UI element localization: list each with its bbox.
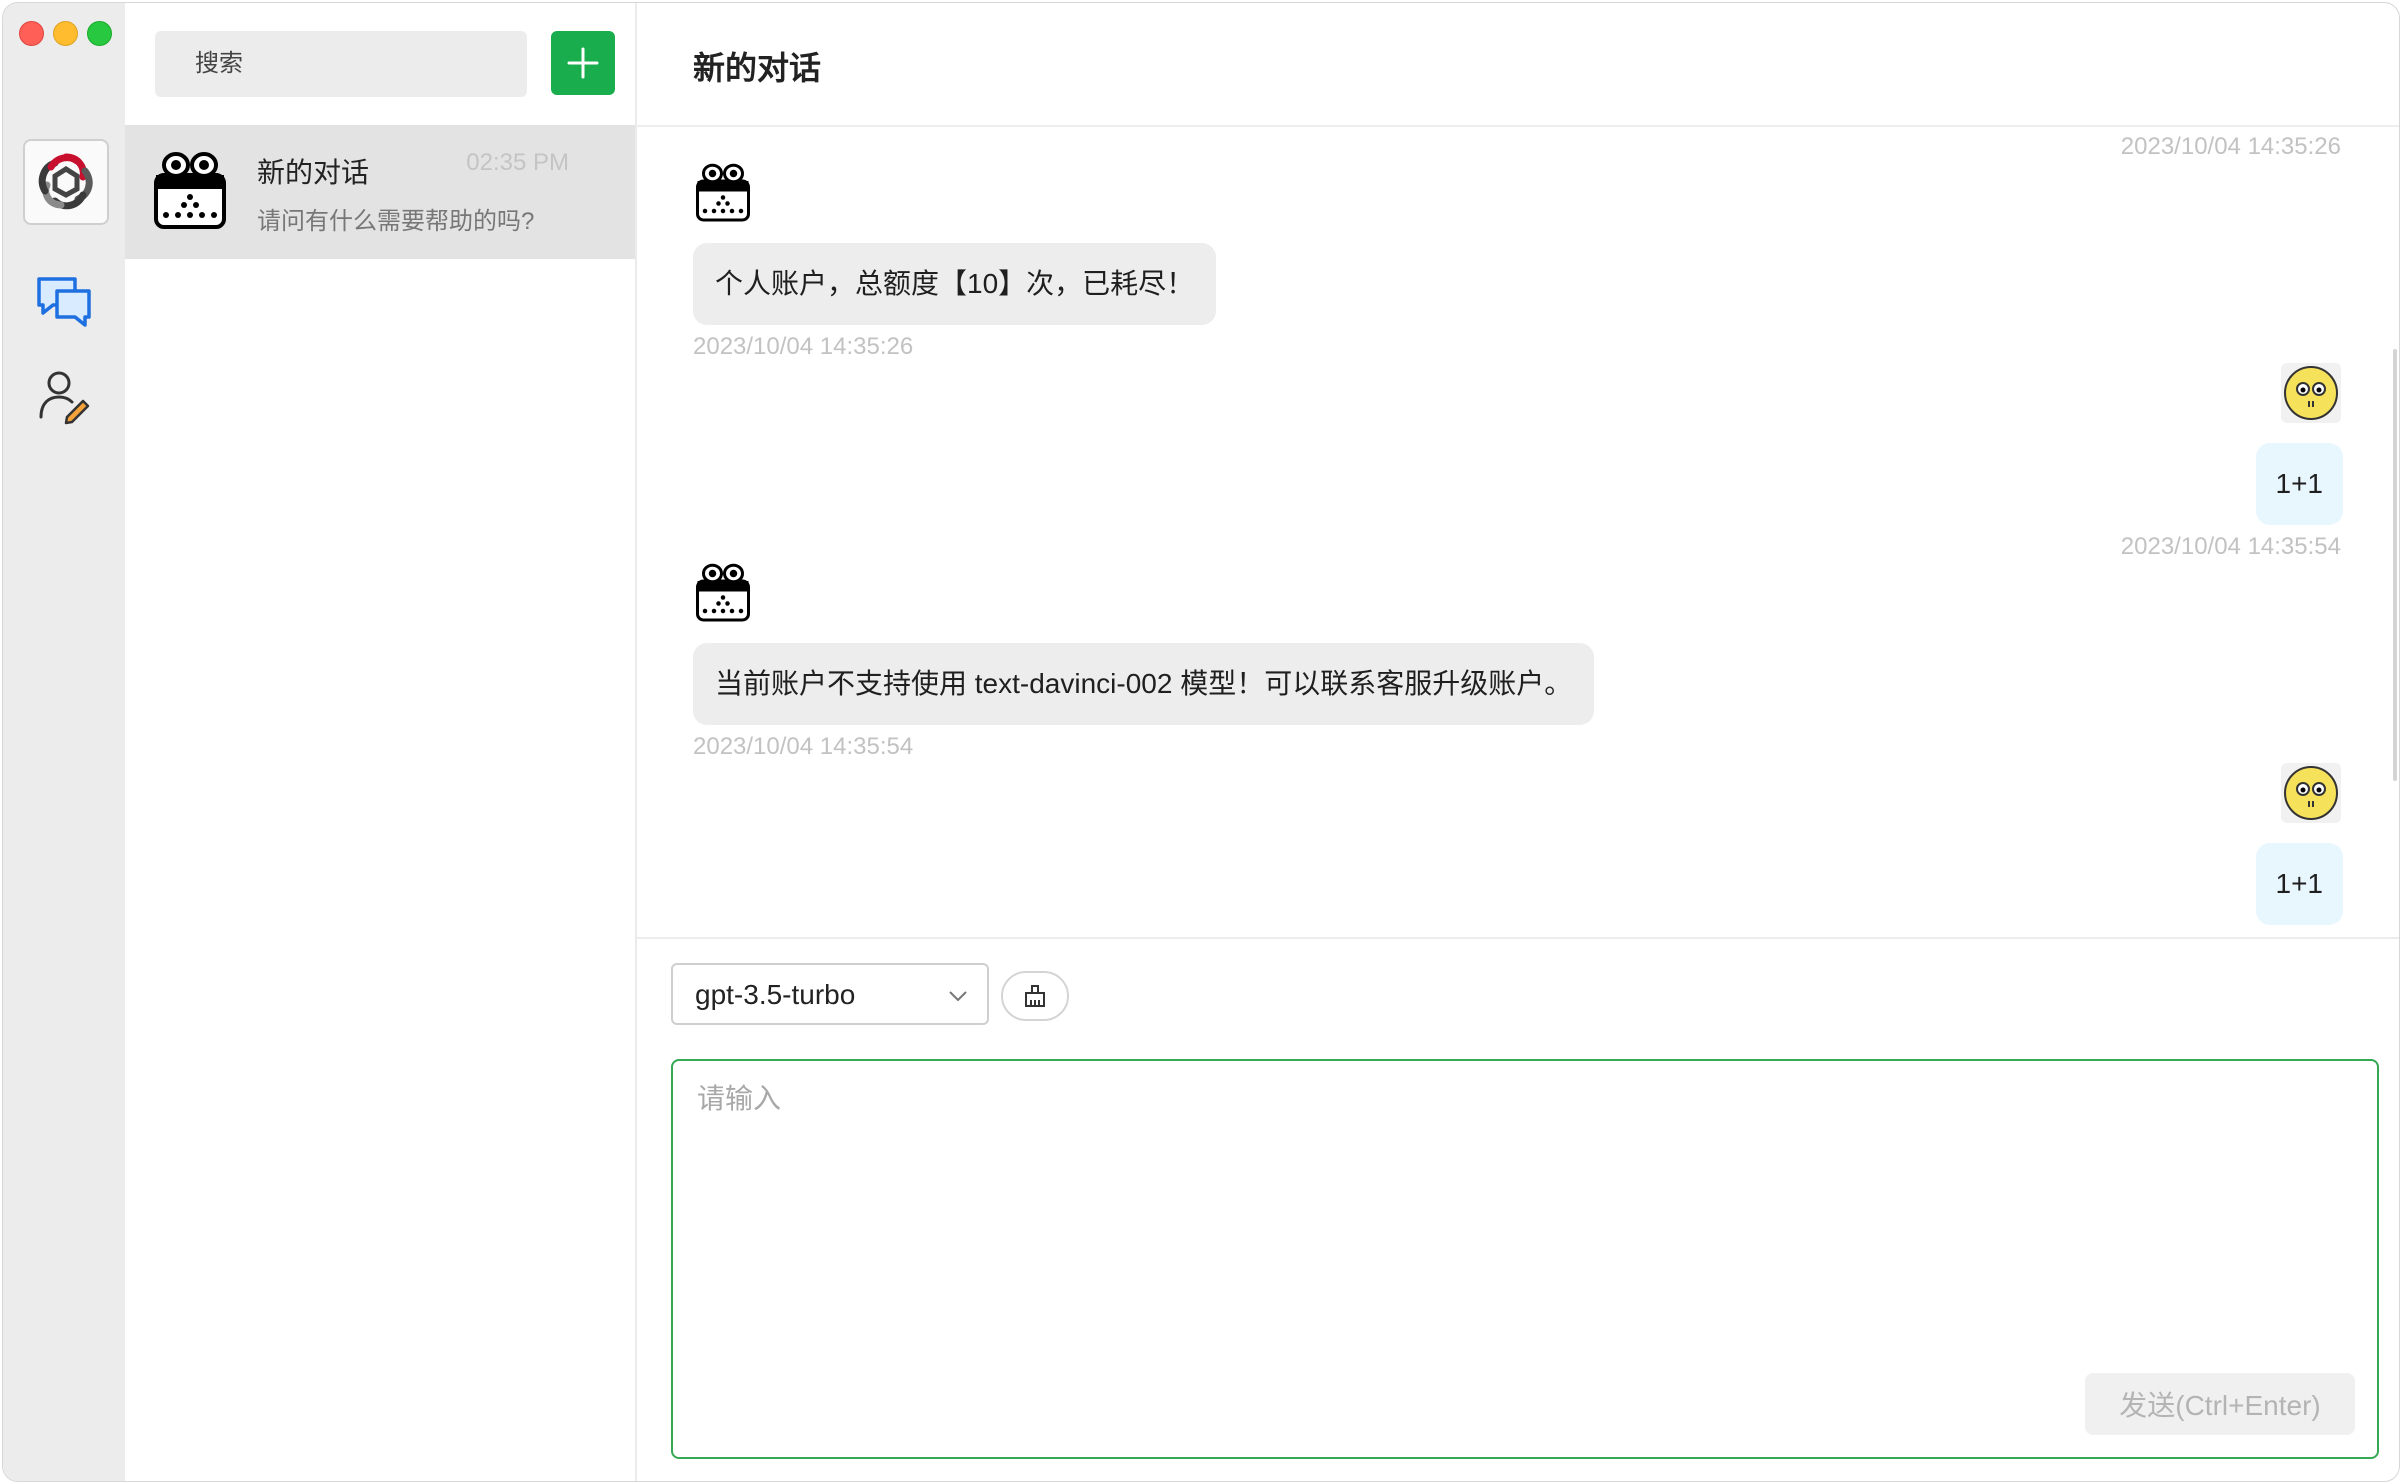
user-avatar-icon	[2281, 763, 2341, 823]
chevron-down-icon	[949, 991, 967, 1002]
bot-avatar-icon	[696, 563, 750, 622]
bot-avatar-icon	[154, 152, 226, 229]
page-title: 新的对话	[693, 50, 822, 86]
user-edit-icon[interactable]	[33, 365, 95, 427]
divider	[637, 937, 2399, 939]
message-timestamp: 2023/10/04 14:35:26	[2120, 133, 2341, 160]
bot-avatar-icon	[696, 163, 750, 222]
search-input[interactable]	[155, 31, 527, 97]
conversation-list: 新的对话 02:35 PM 请问有什么需要帮助的吗?	[125, 3, 637, 1481]
model-select-value: gpt-3.5-turbo	[695, 979, 856, 1010]
conversation-preview: 请问有什么需要帮助的吗?	[257, 208, 535, 235]
side-rail	[3, 3, 125, 1481]
zoom-window-button[interactable]	[87, 21, 112, 46]
conversation-title: 新的对话	[257, 157, 370, 188]
chat-panel: 新的对话 2023/10/04 14:35:26 个人账户，总额度【10】次，已…	[637, 3, 2399, 1481]
message-timestamp: 2023/10/04 14:35:26	[693, 333, 914, 360]
openai-logo-icon[interactable]	[23, 139, 109, 225]
send-button[interactable]: 发送(Ctrl+Enter)	[2085, 1373, 2355, 1435]
close-window-button[interactable]	[19, 21, 44, 46]
new-conversation-button[interactable]	[551, 31, 615, 95]
bot-message-bubble[interactable]: 个人账户，总额度【10】次，已耗尽！	[693, 243, 1217, 325]
plus-icon	[567, 47, 599, 79]
user-message-bubble[interactable]: 1+1	[2255, 443, 2343, 525]
clear-context-button[interactable]	[1001, 971, 1069, 1021]
broom-icon	[1025, 985, 1045, 1007]
message-timestamp: 2023/10/04 14:35:54	[2120, 533, 2341, 560]
chat-icon[interactable]	[33, 271, 95, 333]
conversation-time: 02:35 PM	[466, 149, 569, 176]
chat-header: 新的对话	[637, 3, 2399, 127]
user-message-bubble[interactable]: 1+1	[2255, 843, 2343, 925]
message-list[interactable]: 2023/10/04 14:35:26 个人账户，总额度【10】次，已耗尽！ 2…	[637, 127, 2399, 937]
message-scrollbar[interactable]	[2393, 349, 2397, 781]
bot-message-bubble[interactable]: 当前账户不支持使用 text-davinci-002 模型！可以联系客服升级账户…	[693, 643, 1595, 725]
conversation-item[interactable]: 新的对话 02:35 PM 请问有什么需要帮助的吗?	[125, 125, 635, 259]
user-avatar-icon	[2281, 363, 2341, 423]
model-select[interactable]: gpt-3.5-turbo	[671, 963, 989, 1025]
minimize-window-button[interactable]	[53, 21, 78, 46]
app-window: 新的对话 02:35 PM 请问有什么需要帮助的吗? 新的对话 2023/10/…	[2, 2, 2400, 1482]
message-timestamp: 2023/10/04 14:35:54	[693, 733, 914, 760]
